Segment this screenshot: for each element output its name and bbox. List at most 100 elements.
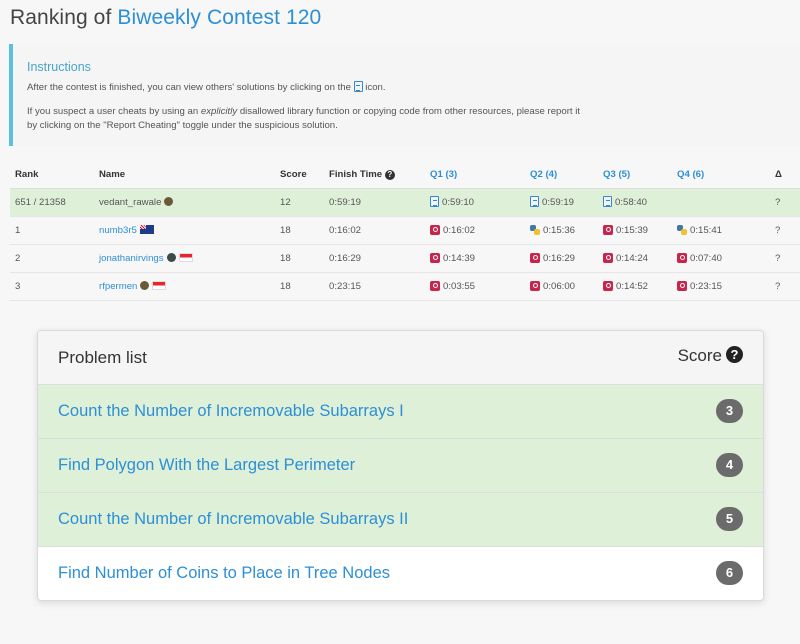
cell-name: jonathanirvings [94,244,275,273]
col-finish-label: Finish Time [329,169,383,181]
col-rank: Rank [10,162,94,189]
problem-item[interactable]: Count the Number of Incremovable Subarra… [38,385,763,439]
help-icon[interactable]: ? [726,346,743,363]
instructions-line-2: If you suspect a user cheats by using an… [27,105,587,133]
cpp-icon[interactable] [603,280,613,291]
table-row: 1 numb3r5 18 0:16:02 0:16:02 0:15:36 0:1… [10,216,800,245]
problem-item[interactable]: Find Number of Coins to Place in Tree No… [38,547,763,600]
problem-list-title: Problem list [58,348,147,367]
cpp-icon[interactable] [603,252,613,263]
q-time: 0:14:24 [616,252,649,264]
cell-delta: ? [770,244,800,273]
cell-score: 18 [275,272,324,301]
cell-q3[interactable]: 0:15:39 [598,216,672,245]
problem-link[interactable]: Count the Number of Incremovable Subarra… [58,510,408,529]
instructions-title: Instructions [27,60,91,74]
user-badge-icon [140,280,150,290]
user-link[interactable]: jonathanirvings [99,253,164,264]
cell-q1[interactable]: 0:59:10 [425,188,525,217]
table-row: 2 jonathanirvings 18 0:16:29 0:14:39 0:1… [10,244,800,273]
indonesia-flag-icon [152,280,167,290]
user-link[interactable]: numb3r5 [99,225,137,236]
problem-link[interactable]: Find Number of Coins to Place in Tree No… [58,564,390,583]
cell-name: vedant_rawale [94,188,275,217]
instructions-text: After the contest is finished, you can v… [27,82,351,93]
q-time: 0:15:39 [616,224,649,236]
problem-link[interactable]: Find Polygon With the Largest Perimeter [58,456,355,475]
cell-q1[interactable]: 0:16:02 [425,216,525,245]
title-prefix: Ranking of [10,6,112,29]
instructions-callout: Instructions After the contest is finish… [9,44,800,146]
problem-score-badge: 3 [716,399,743,423]
solution-file-icon[interactable] [430,196,439,207]
python-icon[interactable] [677,224,687,235]
cpp-icon[interactable] [430,280,440,291]
q-time: 0:14:39 [443,252,476,264]
q-time: 0:14:52 [616,280,649,292]
col-q1[interactable]: Q1 (3) [425,162,525,189]
problem-list-header: Problem list Score? [38,331,763,385]
problem-link[interactable]: Count the Number of Incremovable Subarra… [58,402,404,421]
instructions-text: If you suspect a user cheats by using an [27,106,199,117]
cell-delta: ? [770,272,800,301]
q-time: 0:15:36 [543,224,576,236]
cell-finish: 0:59:19 [324,188,425,217]
cell-rank: 651 / 21358 [10,188,94,217]
col-score: Score [275,162,324,189]
problem-item[interactable]: Find Polygon With the Largest Perimeter … [38,439,763,493]
cell-q1[interactable]: 0:03:55 [425,272,525,301]
user-name: vedant_rawale [99,196,162,208]
cell-q4[interactable]: 0:07:40 [672,244,770,273]
q-time: 0:59:19 [542,197,575,208]
solution-file-icon[interactable] [530,196,539,207]
col-q2[interactable]: Q2 (4) [525,162,598,189]
cell-rank: 1 [10,216,94,245]
cell-q2[interactable]: 0:59:19 [525,188,598,217]
user-link[interactable]: rfpermen [99,281,137,292]
cell-name: numb3r5 [94,216,275,245]
cell-rank: 2 [10,244,94,273]
cpp-icon[interactable] [677,252,687,263]
cell-q4[interactable]: 0:23:15 [672,272,770,301]
ranking-header-row: Rank Name Score Finish Time ? Q1 (3) Q2 … [10,162,800,189]
q-time: 0:59:10 [442,197,475,208]
cell-score: 18 [275,216,324,245]
cell-q3[interactable]: 0:58:40 [598,188,672,217]
help-icon[interactable]: ? [384,170,395,181]
user-badge-icon [166,252,176,262]
col-q4[interactable]: Q4 (6) [672,162,770,189]
singapore-flag-icon [178,252,193,262]
cell-q3[interactable]: 0:14:24 [598,244,672,273]
cpp-icon[interactable] [430,224,440,235]
instructions-text: icon. [365,82,386,93]
cell-rank: 3 [10,272,94,301]
cell-q2[interactable]: 0:15:36 [525,216,598,245]
cpp-icon[interactable] [530,252,540,263]
cell-q1[interactable]: 0:14:39 [425,244,525,273]
col-finish-time: Finish Time ? [324,162,425,189]
user-badge-icon [164,196,174,206]
solution-file-icon [353,81,363,92]
problem-score-badge: 5 [716,507,743,531]
python-icon[interactable] [530,224,540,235]
cell-q4[interactable]: 0:15:41 [672,216,770,245]
col-q3[interactable]: Q3 (5) [598,162,672,189]
problem-score-badge: 6 [716,561,743,585]
cell-delta: ? [770,216,800,245]
problem-score-badge: 4 [716,453,743,477]
cpp-icon[interactable] [603,224,613,235]
cpp-icon[interactable] [530,280,540,291]
problem-item[interactable]: Count the Number of Incremovable Subarra… [38,493,763,547]
col-delta: Δ [770,162,800,189]
cpp-icon[interactable] [677,280,687,291]
cell-finish: 0:16:29 [324,244,425,273]
cell-q3[interactable]: 0:14:52 [598,272,672,301]
q-time: 0:03:55 [443,280,476,292]
cpp-icon[interactable] [430,252,440,263]
cell-finish: 0:16:02 [324,216,425,245]
cell-q2[interactable]: 0:06:00 [525,272,598,301]
cell-q2[interactable]: 0:16:29 [525,244,598,273]
q-time: 0:16:02 [443,224,476,236]
solution-file-icon[interactable] [603,196,612,207]
instructions-line-1: After the contest is finished, you can v… [27,81,386,95]
